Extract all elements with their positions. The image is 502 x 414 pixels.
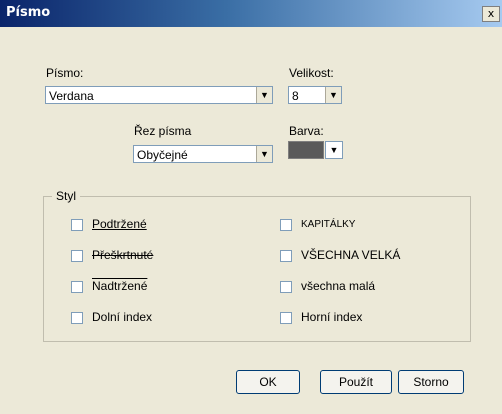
underline-checkbox[interactable] [71, 219, 83, 231]
style-cut-select[interactable]: Obyčejné ▼ [133, 145, 273, 163]
chevron-down-icon[interactable]: ▼ [256, 87, 272, 103]
underline-label: Podtržené [92, 217, 147, 231]
all-caps-label: VŠECHNA VELKÁ [301, 248, 401, 262]
size-label: Velikost: [289, 66, 334, 80]
subscript-checkbox[interactable] [71, 312, 83, 324]
ok-button[interactable]: OK [236, 370, 300, 394]
size-select[interactable]: 8 ▼ [288, 86, 342, 104]
all-lowercase-checkbox[interactable] [280, 281, 292, 293]
color-label: Barva: [289, 124, 324, 138]
small-caps-checkbox[interactable] [280, 219, 292, 231]
small-caps-label: KAPITÁLKY [301, 219, 356, 230]
strikethrough-checkbox[interactable] [71, 250, 83, 262]
close-button[interactable]: x [482, 6, 500, 22]
all-caps-checkbox[interactable] [280, 250, 292, 262]
all-lowercase-label: všechna malá [301, 279, 376, 293]
font-dialog: Písmo x Písmo: Verdana ▼ Velikost: 8 ▼ Ř… [0, 0, 502, 414]
cancel-button[interactable]: Storno [398, 370, 464, 394]
dialog-title: Písmo [6, 5, 51, 20]
apply-button[interactable]: Použít [320, 370, 392, 394]
chevron-down-icon[interactable]: ▼ [256, 146, 272, 162]
font-select[interactable]: Verdana ▼ [45, 86, 273, 104]
size-select-value: 8 [292, 89, 299, 103]
strikethrough-label: Přeškrtnuté [92, 248, 154, 262]
title-bar: Písmo [0, 0, 502, 27]
subscript-label: Dolní index [92, 310, 153, 324]
font-select-value: Verdana [49, 89, 94, 103]
color-dropdown-button[interactable]: ▼ [325, 141, 343, 159]
style-cut-label: Řez písma [134, 124, 192, 138]
chevron-down-icon: ▼ [329, 145, 339, 155]
style-group-legend: Styl [52, 189, 81, 203]
superscript-checkbox[interactable] [280, 312, 292, 324]
chevron-down-icon[interactable]: ▼ [325, 87, 341, 103]
color-swatch[interactable] [288, 141, 324, 159]
superscript-label: Horní index [301, 310, 363, 324]
overline-checkbox[interactable] [71, 281, 83, 293]
overline-label: Nadtržené [92, 279, 148, 293]
style-cut-select-value: Obyčejné [137, 148, 188, 162]
font-label: Písmo: [46, 66, 84, 80]
